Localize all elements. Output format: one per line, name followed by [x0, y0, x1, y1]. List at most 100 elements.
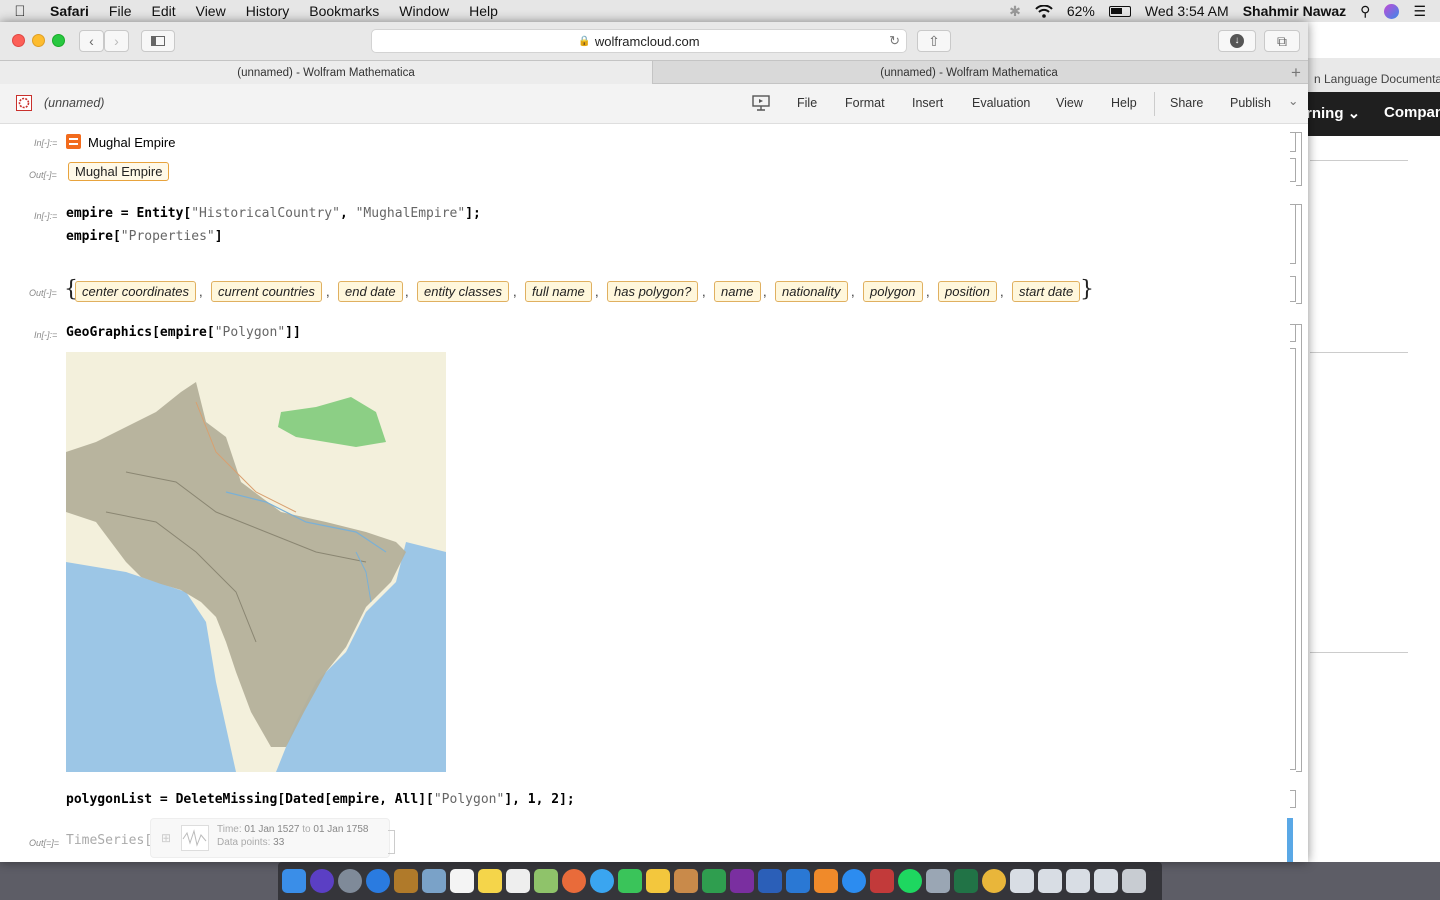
onenote-icon[interactable]: [730, 869, 754, 893]
minimize-window-button[interactable]: [32, 34, 45, 47]
new-tab-button[interactable]: +: [1284, 61, 1308, 84]
expand-plus-icon[interactable]: ⊞: [161, 831, 171, 845]
chrome-icon[interactable]: [982, 869, 1006, 893]
menu-view[interactable]: View: [186, 3, 236, 19]
dock-window-thumbnail[interactable]: [1066, 869, 1090, 893]
background-nav-learning[interactable]: rning ⌄: [1306, 104, 1360, 122]
tab-overview-button[interactable]: ⧉: [1264, 30, 1300, 52]
group-bracket[interactable]: [1296, 324, 1302, 772]
siri-icon[interactable]: [1384, 3, 1400, 19]
property-entity-classes[interactable]: entity classes: [417, 281, 510, 302]
user-name[interactable]: Shahmir Nawaz: [1243, 3, 1346, 19]
share-button[interactable]: ⇧: [917, 30, 951, 52]
tab-mathematica-1[interactable]: (unnamed) - Wolfram Mathematica: [0, 61, 653, 84]
entity-mughal-empire[interactable]: Mughal Empire: [68, 162, 170, 181]
ibooks-icon[interactable]: [814, 869, 838, 893]
property-start-date[interactable]: start date: [1012, 281, 1081, 302]
app-menu-view[interactable]: View: [1056, 96, 1083, 110]
apple-icon[interactable]: : [0, 3, 40, 20]
notes-book-icon[interactable]: [394, 869, 418, 893]
code-line-entity[interactable]: empire = Entity["HistoricalCountry", "Mu…: [66, 206, 481, 221]
notebook-name[interactable]: (unnamed): [44, 96, 104, 110]
bluetooth-icon[interactable]: ✱: [1009, 3, 1021, 20]
preview-icon[interactable]: [422, 869, 446, 893]
system-preferences-icon[interactable]: [926, 869, 950, 893]
background-tab-title[interactable]: n Language Documentatio: [1314, 72, 1440, 86]
back-button[interactable]: ‹: [79, 30, 104, 52]
photos-icon[interactable]: [562, 869, 586, 893]
free-form-input-icon[interactable]: [66, 134, 81, 154]
property-position[interactable]: position: [938, 281, 997, 302]
property-current-countries[interactable]: current countries: [211, 281, 322, 302]
selected-cell-bracket[interactable]: [1287, 818, 1293, 862]
app-menu-format[interactable]: Format: [845, 96, 885, 110]
sidebar-toggle-button[interactable]: [141, 30, 175, 52]
menu-app-name[interactable]: Safari: [40, 3, 99, 19]
property-center-coordinates[interactable]: center coordinates: [75, 281, 196, 302]
clock[interactable]: Wed 3:54 AM: [1145, 3, 1229, 19]
app-store-icon[interactable]: [842, 869, 866, 893]
tab-mathematica-2[interactable]: (unnamed) - Wolfram Mathematica: [654, 61, 1284, 84]
forward-button[interactable]: ›: [104, 30, 129, 52]
battery-icon[interactable]: [1108, 5, 1131, 17]
finder-icon[interactable]: [282, 869, 306, 893]
siri-dock-icon[interactable]: [310, 869, 334, 893]
property-end-date[interactable]: end date: [338, 281, 403, 302]
calendar-icon[interactable]: [450, 869, 474, 893]
app-menu-evaluation[interactable]: Evaluation: [972, 96, 1030, 110]
keynote-icon[interactable]: [786, 869, 810, 893]
geographics-map[interactable]: [66, 352, 446, 772]
messages-icon[interactable]: [590, 869, 614, 893]
property-has-polygon[interactable]: has polygon?: [607, 281, 699, 302]
safari-icon[interactable]: [366, 869, 390, 893]
wolfram-logo-icon[interactable]: [16, 95, 32, 114]
garageband-icon[interactable]: [674, 869, 698, 893]
spotlight-icon[interactable]: ⚲: [1360, 3, 1370, 20]
property-full-name[interactable]: full name: [525, 281, 592, 302]
property-polygon[interactable]: polygon: [863, 281, 923, 302]
maps-icon[interactable]: [534, 869, 558, 893]
close-window-button[interactable]: [12, 34, 25, 47]
notification-center-icon[interactable]: ☰: [1413, 3, 1426, 20]
share-notebook-button[interactable]: Share: [1170, 96, 1203, 110]
app-menu-file[interactable]: File: [797, 96, 817, 110]
group-bracket[interactable]: [1296, 204, 1302, 304]
presenter-icon[interactable]: [752, 95, 770, 114]
trash-icon[interactable]: [1122, 869, 1146, 893]
cell-bracket[interactable]: [1290, 790, 1296, 808]
dock-window-thumbnail[interactable]: [1038, 869, 1062, 893]
chevron-double-down-icon[interactable]: ⌄: [1288, 93, 1298, 108]
property-name[interactable]: name: [714, 281, 761, 302]
background-nav-company[interactable]: Compan: [1384, 104, 1440, 121]
notes-icon[interactable]: [478, 869, 502, 893]
menu-help[interactable]: Help: [459, 3, 508, 19]
property-nationality[interactable]: nationality: [775, 281, 848, 302]
reminders-icon[interactable]: [506, 869, 530, 893]
code-line-polygonlist[interactable]: polygonList = DeleteMissing[Dated[empire…: [66, 792, 575, 807]
reload-icon[interactable]: ↻: [889, 33, 900, 49]
menu-window[interactable]: Window: [389, 3, 459, 19]
menu-file[interactable]: File: [99, 3, 142, 19]
dock-window-thumbnail[interactable]: [1094, 869, 1118, 893]
numbers-icon[interactable]: [702, 869, 726, 893]
app-menu-help[interactable]: Help: [1111, 96, 1137, 110]
group-bracket[interactable]: [1296, 132, 1302, 186]
natural-language-input[interactable]: Mughal Empire: [88, 135, 175, 150]
address-bar[interactable]: 🔒 wolframcloud.com ↻: [371, 29, 907, 53]
app-menu-insert[interactable]: Insert: [912, 96, 943, 110]
excel-icon[interactable]: [954, 869, 978, 893]
facetime-icon[interactable]: [618, 869, 642, 893]
spotify-icon[interactable]: [898, 869, 922, 893]
menu-bookmarks[interactable]: Bookmarks: [299, 3, 389, 19]
zoom-window-button[interactable]: [52, 34, 65, 47]
pages-icon[interactable]: [646, 869, 670, 893]
code-line-geographics[interactable]: GeoGraphics[empire["Polygon"]]: [66, 325, 301, 340]
downloads-button[interactable]: ↓: [1218, 30, 1256, 52]
menu-history[interactable]: History: [236, 3, 300, 19]
wifi-icon[interactable]: [1035, 4, 1053, 18]
menu-edit[interactable]: Edit: [141, 3, 185, 19]
timeseries-summary-box[interactable]: ⊞ Time: 01 Jan 1527 to 01 Jan 1758 Data …: [150, 818, 390, 858]
word-icon[interactable]: [758, 869, 782, 893]
photo-booth-icon[interactable]: [870, 869, 894, 893]
launchpad-icon[interactable]: [338, 869, 362, 893]
